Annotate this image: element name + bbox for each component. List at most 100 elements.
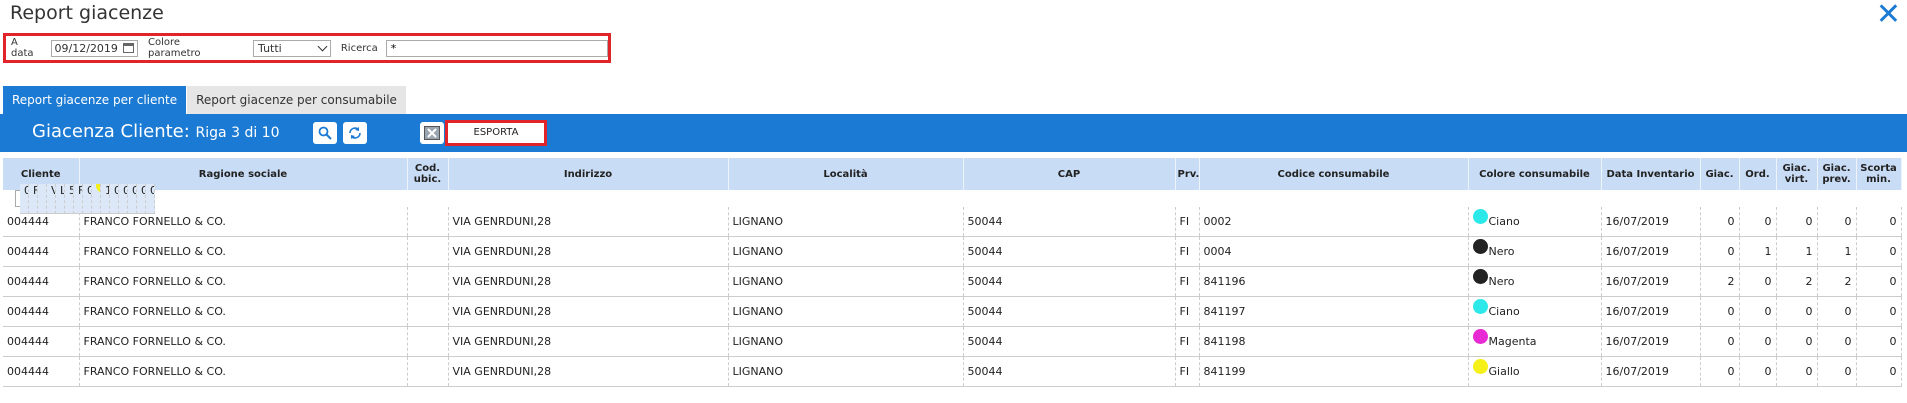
table-cell: 0: [1856, 207, 1902, 237]
search-icon: [318, 126, 332, 140]
table-cell: 16/07/2019: [1601, 236, 1701, 267]
table-cell: 0: [137, 183, 146, 214]
table-cell: VIA GENRDUNI,28: [448, 326, 729, 357]
row-indicator: Riga 3 di 10: [195, 125, 280, 141]
table-cell: 0: [1817, 207, 1857, 237]
table-cell: LIGNANO: [728, 356, 964, 387]
table-cell: 2: [1700, 266, 1740, 297]
table-cell: 0: [1856, 266, 1902, 297]
table-row[interactable]: 004444FRANCO FORNELLO & CO.VIA GENRDUNI,…: [3, 266, 1902, 297]
table-cell: 0: [1739, 296, 1777, 327]
table-row[interactable]: 004444FRANCO FORNELLO & CO.VIA GENRDUNI,…: [3, 326, 1902, 357]
table-cell: FI: [1175, 266, 1200, 297]
table-cell: 0: [1776, 356, 1818, 387]
column-header[interactable]: Giac. virt.: [1776, 158, 1818, 190]
column-header[interactable]: Giac.: [1700, 158, 1740, 190]
column-header[interactable]: Colore consumabile: [1468, 158, 1602, 190]
table-cell: LIGNANO: [56, 183, 65, 214]
table-cell: LIGNANO: [728, 326, 964, 357]
table-cell: 50044: [963, 326, 1176, 357]
table-cell: 16/07/2019: [1601, 207, 1701, 237]
table-cell: 1: [1817, 236, 1857, 267]
close-icon[interactable]: ✕: [1876, 0, 1901, 30]
table-cell: Magenta: [1468, 326, 1602, 357]
column-header[interactable]: Località: [728, 158, 964, 190]
table-cell: VIA GENRDUNI,28: [448, 356, 729, 387]
table-cell: FI: [1175, 356, 1200, 387]
table-cell: 0: [146, 183, 155, 214]
refresh-icon: [349, 127, 361, 139]
table-cell: LIGNANO: [728, 296, 964, 327]
table-cell: 0004: [1199, 236, 1469, 267]
column-header[interactable]: Giac. prev.: [1817, 158, 1857, 190]
table-header-row: Cliente Ragione sociale Cod. ubic. Indirizzo…: [3, 158, 1902, 190]
column-header[interactable]: Prv.: [1175, 158, 1200, 190]
table-cell: 841197: [1199, 296, 1469, 327]
table-cell: FI: [1175, 296, 1200, 327]
table-cell: 2: [1776, 266, 1818, 297]
table-cell: 0: [119, 183, 128, 214]
table-cell: 0: [1776, 296, 1818, 327]
table-cell: FRANCO FORNELLO & CO.: [79, 296, 408, 327]
color-swatch-icon: [1472, 269, 1488, 284]
table-cell: FRANCO FORNELLO & CO.: [79, 236, 408, 267]
table-cell: VIA GENRDUNI,28: [448, 296, 729, 327]
export-button[interactable]: ESPORTA: [445, 120, 547, 146]
table-cell: 2: [1817, 266, 1857, 297]
search-input[interactable]: [385, 39, 608, 57]
color-swatch-icon: [1472, 329, 1488, 344]
color-swatch-icon: [1472, 299, 1488, 314]
table-cell: 0: [1739, 326, 1777, 357]
table-cell: 50044: [963, 236, 1176, 267]
table-row[interactable]: 004444FRANCO FORNELLO & CO.VIA GENRDUNI,…: [15, 183, 155, 214]
table-cell: Giallo: [1468, 356, 1602, 387]
table-cell: VIA GENRDUNI,28: [448, 266, 729, 297]
excel-icon: [424, 126, 440, 140]
column-header[interactable]: Data Inventario: [1601, 158, 1701, 190]
table-row[interactable]: 004444FRANCO FORNELLO & CO.VIA GENRDUNI,…: [3, 207, 1902, 237]
table-cell: 50044: [963, 296, 1176, 327]
column-header[interactable]: Ord.: [1739, 158, 1777, 190]
refresh-button[interactable]: [343, 122, 367, 144]
table-cell: 0: [1739, 207, 1777, 237]
table-cell: [38, 183, 47, 214]
search-button[interactable]: [313, 122, 337, 144]
color-select[interactable]: Tutti: [253, 39, 331, 57]
table-cell: 1: [1776, 236, 1818, 267]
column-header[interactable]: CAP: [963, 158, 1176, 190]
table-cell: FRANCO FORNELLO & CO.: [79, 356, 408, 387]
table-cell: 0: [1856, 236, 1902, 267]
column-header[interactable]: Codice consumabile: [1199, 158, 1469, 190]
table-cell: 50044: [65, 183, 74, 214]
column-header[interactable]: Cod. ubic.: [407, 158, 449, 190]
table-cell: 1: [1739, 236, 1777, 267]
table-cell: LIGNANO: [728, 207, 964, 237]
color-label: Colore parametro: [147, 37, 201, 59]
table-row[interactable]: 004444FRANCO FORNELLO & CO.VIA GENRDUNI,…: [3, 356, 1902, 387]
table-row[interactable]: 004444FRANCO FORNELLO & CO.VIA GENRDUNI,…: [3, 236, 1902, 267]
table-cell: [407, 356, 449, 387]
table-cell: 841199: [1199, 356, 1469, 387]
tab-per-consumabile[interactable]: Report giacenze per consumabile: [187, 86, 406, 114]
tab-per-cliente[interactable]: Report giacenze per cliente: [3, 86, 187, 114]
column-header[interactable]: Indirizzo: [448, 158, 729, 190]
date-field[interactable]: 09/12/2019: [50, 39, 138, 57]
table-row[interactable]: 004444FRANCO FORNELLO & CO.VIA GENRDUNI,…: [3, 296, 1902, 327]
table-cell: 16/07/2019: [1601, 296, 1701, 327]
excel-button[interactable]: [420, 122, 444, 144]
toolbar: Giacenza Cliente: Riga 3 di 10 ESPORTA: [0, 114, 1907, 152]
table-cell: FI: [1175, 236, 1200, 267]
table-cell: 0: [1739, 356, 1777, 387]
table-cell: 841198: [1199, 326, 1469, 357]
table-cell: 0: [1817, 356, 1857, 387]
table-cell: 0: [110, 183, 119, 214]
table-cell: 0: [1700, 356, 1740, 387]
calendar-icon[interactable]: [122, 43, 134, 53]
table-cell: 0: [1700, 326, 1740, 357]
table-cell: Nero: [1468, 266, 1602, 297]
column-header[interactable]: Scorta min.: [1856, 158, 1902, 190]
table-cell: FRANCO FORNELLO & CO.: [79, 266, 408, 297]
table-cell: FI: [1175, 207, 1200, 237]
color-select-value: Tutti: [258, 41, 282, 55]
table-cell: Ciano: [1468, 296, 1602, 327]
